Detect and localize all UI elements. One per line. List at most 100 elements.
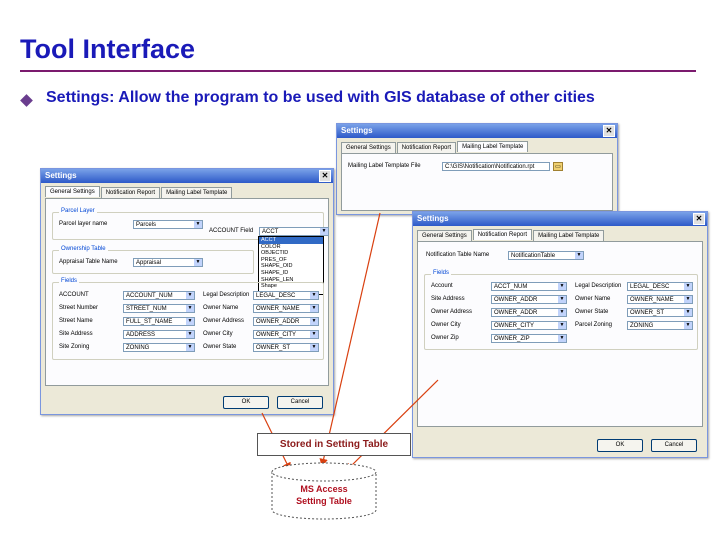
tab-panel: Parcel Layer Parcel layer name Parcels ▼… [45, 198, 329, 386]
select-value: Parcels [136, 222, 157, 228]
chevron-down-icon[interactable]: ▼ [684, 283, 692, 290]
chevron-down-icon[interactable]: ▼ [310, 318, 318, 325]
mailing-template-path-field[interactable]: C:\GIS\Notification\Notification.rpt [442, 162, 550, 171]
select-value: OWNER_ZIP [494, 336, 530, 342]
field-select[interactable]: OWNER_NAME ▼ [253, 304, 319, 313]
field-label: Street Name [59, 318, 93, 324]
dropdown-option[interactable]: SHAPE_ID [259, 270, 323, 277]
parcel-layer-select[interactable]: Parcels ▼ [133, 220, 203, 229]
tab-general-settings[interactable]: General Settings [417, 230, 472, 241]
dialog-titlebar: Settings ✕ [413, 212, 707, 226]
chevron-down-icon[interactable]: ▼ [194, 259, 202, 266]
chevron-down-icon[interactable]: ▼ [186, 305, 194, 312]
chevron-down-icon[interactable]: ▼ [186, 318, 194, 325]
dropdown-option[interactable]: OBJECTID [259, 250, 323, 257]
cancel-button[interactable]: Cancel [277, 396, 323, 409]
field-select[interactable]: ACCOUNT_NUM ▼ [123, 291, 195, 300]
tab-general-settings[interactable]: General Settings [45, 186, 100, 197]
chevron-down-icon[interactable]: ▼ [558, 335, 566, 342]
tab-mailing-label-template[interactable]: Mailing Label Template [161, 187, 233, 198]
chevron-down-icon[interactable]: ▼ [310, 305, 318, 312]
close-icon[interactable]: ✕ [319, 170, 331, 182]
close-icon[interactable]: ✕ [693, 213, 705, 225]
select-value: LEGAL_DESC [630, 284, 670, 290]
select-value: ADDRESS [126, 332, 156, 338]
chevron-down-icon[interactable]: ▼ [310, 331, 318, 338]
tab-general-settings[interactable]: General Settings [341, 142, 396, 153]
chevron-down-icon[interactable]: ▼ [558, 296, 566, 303]
select-value: ACCT [262, 229, 279, 235]
field-select[interactable]: ZONING ▼ [123, 343, 195, 352]
chevron-down-icon[interactable]: ▼ [684, 309, 692, 316]
field-label: Parcel Zoning [575, 322, 613, 328]
chevron-down-icon[interactable]: ▼ [558, 283, 566, 290]
field-select[interactable]: STREET_NUM ▼ [123, 304, 195, 313]
field-select[interactable]: OWNER_ST ▼ [627, 308, 693, 317]
field-label: Owner Zip [431, 335, 459, 341]
field-select[interactable]: ACCT_NUM ▼ [491, 282, 567, 291]
settings-dialog-general: Settings ✕ General Settings Notification… [40, 168, 334, 415]
chevron-down-icon[interactable]: ▼ [684, 322, 692, 329]
field-label: Owner State [575, 309, 609, 315]
select-value: ACCT_NUM [494, 284, 528, 290]
group-title: Ownership Table [59, 246, 108, 252]
field-select[interactable]: ZONING ▼ [627, 321, 693, 330]
tab-mailing-label-template[interactable]: Mailing Label Template [457, 141, 529, 152]
field-row: Owner Zip OWNER_ZIP ▼ [425, 333, 697, 345]
dropdown-option[interactable]: SHAPE_OID [259, 263, 323, 270]
field-row: Site Address OWNER_ADDR ▼ Owner Name OWNE… [425, 294, 697, 306]
field-select[interactable]: ADDRESS ▼ [123, 330, 195, 339]
tab-notification-report[interactable]: Notification Report [472, 229, 533, 240]
chevron-down-icon[interactable]: ▼ [186, 331, 194, 338]
chevron-down-icon[interactable]: ▼ [310, 292, 318, 299]
field-label: Account [431, 283, 453, 289]
tab-notification-report[interactable]: Notification Report [100, 187, 161, 198]
dropdown-option[interactable]: PRES_OF [259, 257, 323, 264]
title-rule [20, 70, 696, 72]
field-select[interactable]: OWNER_CITY ▼ [491, 321, 567, 330]
folder-icon[interactable]: ▭ [553, 162, 563, 171]
chevron-down-icon[interactable]: ▼ [684, 296, 692, 303]
close-icon[interactable]: ✕ [603, 125, 615, 137]
tab-notification-report[interactable]: Notification Report [396, 142, 457, 153]
field-select[interactable]: OWNER_NAME ▼ [627, 295, 693, 304]
notification-table-select[interactable]: NotificationTable ▼ [508, 251, 584, 260]
field-select[interactable]: FULL_ST_NAME ▼ [123, 317, 195, 326]
field-select[interactable]: OWNER_ZIP ▼ [491, 334, 567, 343]
dropdown-option[interactable]: COLOR [259, 244, 323, 251]
tab-mailing-label-template[interactable]: Mailing Label Template [533, 230, 605, 241]
select-value: LEGAL_DESC [256, 293, 296, 299]
field-select[interactable]: LEGAL_DESC ▼ [627, 282, 693, 291]
account-field-select[interactable]: ACCT ▼ [259, 227, 329, 236]
field-row: Owner City OWNER_CITY ▼ Parcel Zoning ZON… [425, 320, 697, 332]
field-label: Legal Description [203, 292, 250, 298]
field-label: Site Address [59, 331, 93, 337]
field-select[interactable]: OWNER_ST ▼ [253, 343, 319, 352]
field-select[interactable]: OWNER_ADDR ▼ [253, 317, 319, 326]
bullet-text: Settings: Allow the program to be used w… [46, 89, 595, 106]
chevron-down-icon[interactable]: ▼ [186, 344, 194, 351]
notification-table-label: Notification Table Name [426, 252, 490, 258]
chevron-down-icon[interactable]: ▼ [186, 292, 194, 299]
select-value: OWNER_ADDR [256, 319, 300, 325]
select-value: OWNER_CITY [494, 323, 535, 329]
field-select[interactable]: OWNER_CITY ▼ [253, 330, 319, 339]
chevron-down-icon[interactable]: ▼ [575, 252, 583, 259]
ok-button[interactable]: OK [597, 439, 643, 452]
dropdown-option[interactable]: ACCT [259, 237, 323, 244]
ok-button[interactable]: OK [223, 396, 269, 409]
chevron-down-icon[interactable]: ▼ [558, 322, 566, 329]
database-label-line2: Setting Table [296, 496, 352, 506]
chevron-down-icon[interactable]: ▼ [320, 228, 328, 235]
chevron-down-icon[interactable]: ▼ [310, 344, 318, 351]
field-row: Account ACCT_NUM ▼ Legal Description LEGA… [425, 281, 697, 293]
chevron-down-icon[interactable]: ▼ [194, 221, 202, 228]
field-select[interactable]: LEGAL_DESC ▼ [253, 291, 319, 300]
ownership-table-select[interactable]: Appraisal ▼ [133, 258, 203, 267]
fields-group: Fields ACCOUNT ACCOUNT_NUM ▼ Legal Descri… [52, 278, 324, 360]
field-select[interactable]: OWNER_ADDR ▼ [491, 295, 567, 304]
field-select[interactable]: OWNER_ADDR ▼ [491, 308, 567, 317]
cancel-button[interactable]: Cancel [651, 439, 697, 452]
chevron-down-icon[interactable]: ▼ [558, 309, 566, 316]
field-label: Owner City [431, 322, 461, 328]
